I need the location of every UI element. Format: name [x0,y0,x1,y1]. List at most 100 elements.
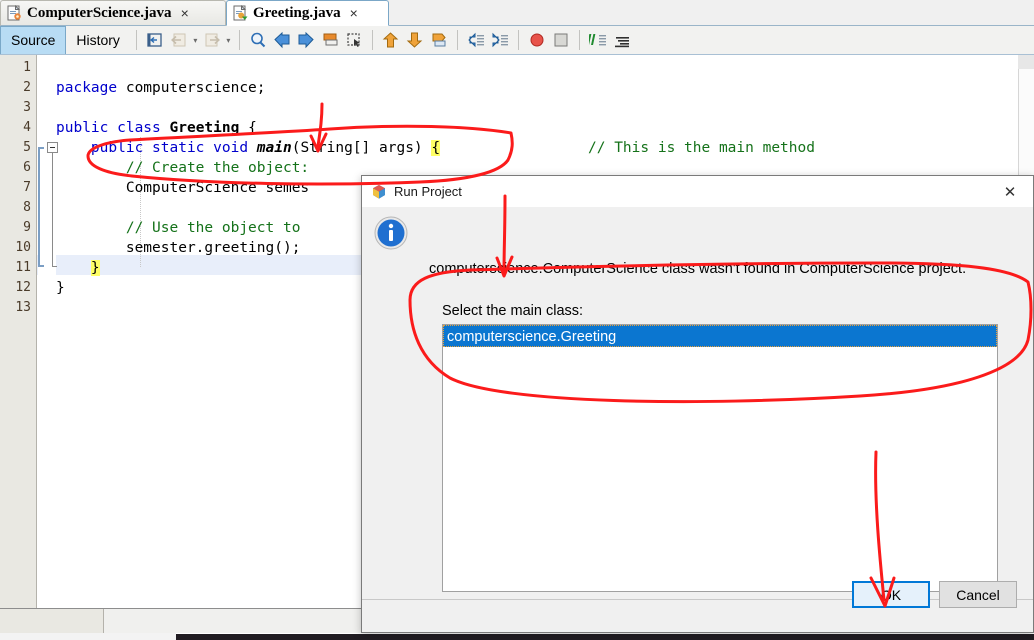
line-number: 5 [23,140,31,155]
code-token: Greeting [169,120,240,136]
code-token: public static void [90,140,257,156]
code-token: // Use the object to [56,220,301,236]
run-project-dialog[interactable]: Run Project ✕ computerscience.ComputerSc… [361,175,1034,633]
tab-close-icon[interactable]: × [181,5,189,21]
forward-icon[interactable] [201,29,223,51]
code-token: public class [56,120,170,136]
tab-close-icon[interactable]: × [350,5,358,21]
code-token: // Create the object: [56,160,310,176]
diff-icon[interactable] [587,29,609,51]
toolbar-separator [238,30,240,50]
code-line-7: ComputerScience semes [56,178,309,198]
toggle-bookmark-icon[interactable] [319,29,341,51]
shift-line-right-icon[interactable] [489,29,511,51]
forward-dropdown-caret-icon[interactable]: ▾ [224,29,233,51]
code-line-4: public class Greeting { [56,118,257,138]
shift-line-left-icon[interactable] [465,29,487,51]
code-line-10: semester.greeting(); [56,238,301,258]
next-error-icon[interactable] [404,29,426,51]
tab-history[interactable]: History [66,27,130,54]
line-number: 8 [23,200,31,215]
editor-tab-greeting[interactable]: Greeting.java × [226,0,389,26]
main-class-listbox[interactable]: computerscience.Greeting [442,324,998,592]
select-main-class-label: Select the main class: [442,303,584,319]
code-token: { [239,120,257,136]
close-icon[interactable]: ✕ [987,176,1033,207]
status-bar-left-cell [0,609,104,633]
last-edit-icon[interactable] [144,29,166,51]
stop-icon[interactable] [550,29,572,51]
line-number: 7 [23,180,31,195]
next-bookmark-icon[interactable] [295,29,317,51]
list-item[interactable]: computerscience.Greeting [443,325,997,347]
code-token-main: main [256,140,292,156]
toggle-rectangular-selection-icon[interactable] [343,29,365,51]
method-scope-bar-top [38,147,44,149]
code-token-brace: { [431,140,441,156]
toggle-highlight-icon[interactable] [428,29,450,51]
line-number: 9 [23,220,31,235]
back-icon[interactable] [168,29,190,51]
code-token: semester.greeting(); [56,240,301,256]
error-strip[interactable] [1018,55,1034,69]
toolbar-separator [578,30,580,50]
tab-source[interactable]: Source [0,26,67,54]
line-number: 13 [15,300,31,315]
editor-tab-computerscience[interactable]: ComputerScience.java × [0,0,226,26]
code-token: } [56,280,65,296]
dialog-message: computerscience.ComputerScience class wa… [429,261,967,277]
line-number: 3 [23,100,31,115]
line-number: 6 [23,160,31,175]
previous-bookmark-icon[interactable] [271,29,293,51]
fold-guide-line [52,153,53,267]
previous-error-icon[interactable] [380,29,402,51]
code-folding-column[interactable] [38,55,58,608]
method-scope-bar [38,149,40,267]
code-line-5: public static void main(String[] args) { [56,138,441,158]
find-selection-icon[interactable] [247,29,269,51]
line-number: 11 [15,260,31,275]
java-main-file-icon [233,4,248,21]
taskbar-light-section [0,633,176,640]
code-token: (String[] args) [291,140,432,156]
line-number: 1 [23,60,31,75]
code-line-11: } [56,258,100,278]
method-scope-bar-bottom [38,265,44,267]
toolbar-separator [517,30,519,50]
dialog-title: Run Project [394,184,462,199]
code-token: package [56,80,126,96]
line-number-gutter: 1 2 3 4 5 6 7 8 9 10 11 12 13 [0,55,37,608]
line-number: 10 [15,240,31,255]
dialog-title-bar: Run Project ✕ [362,176,1033,207]
code-token: computerscience; [125,80,266,96]
netbeans-cube-icon [371,184,387,200]
cancel-button[interactable]: Cancel [939,581,1017,608]
line-number: 12 [15,280,31,295]
taskbar-dark-section [176,634,1034,640]
code-line-12: } [56,278,65,298]
editor-tab-label: Greeting.java [253,4,341,21]
code-line-9: // Use the object to [56,218,301,238]
code-line-2: package computerscience; [56,78,266,98]
dialog-footer: OK Cancel [362,581,1033,632]
line-number: 2 [23,80,31,95]
code-line-6: // Create the object: [56,158,309,178]
java-file-icon [7,4,22,21]
toggle-breakpoint-icon[interactable] [526,29,548,51]
toolbar-separator [456,30,458,50]
ok-button[interactable]: OK [852,581,930,608]
inspect-icon[interactable] [611,29,633,51]
code-token: ComputerScience semes [56,180,310,196]
toolbar-separator [135,30,137,50]
back-dropdown-caret-icon[interactable]: ▾ [191,29,200,51]
toolbar-separator [371,30,373,50]
editor-toolbar: Source History ▾ ▾ [0,26,1034,55]
code-trailing-comment: // This is the main method [588,140,815,156]
code-token-brace: } [90,260,100,276]
dialog-body: computerscience.ComputerScience class wa… [362,207,1033,599]
editor-tab-label: ComputerScience.java [27,4,172,21]
editor-tab-strip: ComputerScience.java × Greeting.java × [0,0,1034,26]
info-icon [373,215,409,251]
